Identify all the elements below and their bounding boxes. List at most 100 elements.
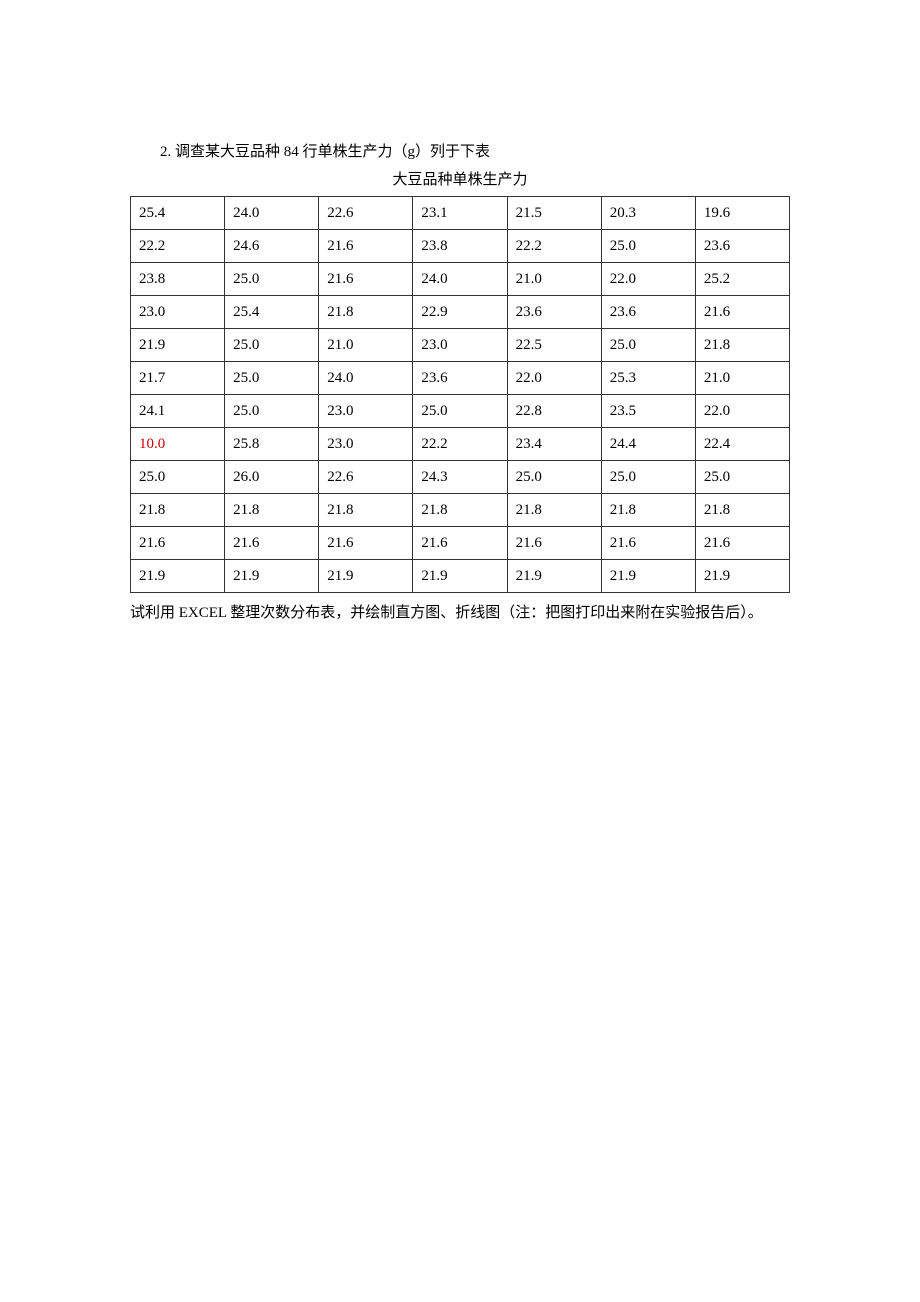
cell: 23.6 [601, 296, 695, 329]
cell: 21.6 [319, 230, 413, 263]
table-row: 25.0 26.0 22.6 24.3 25.0 25.0 25.0 [131, 461, 790, 494]
problem-heading: 2. 调查某大豆品种 84 行单株生产力（g）列于下表 [130, 140, 790, 164]
cell: 25.0 [413, 395, 507, 428]
cell: 22.2 [131, 230, 225, 263]
cell: 24.4 [601, 428, 695, 461]
table-row: 21.9 21.9 21.9 21.9 21.9 21.9 21.9 [131, 560, 790, 593]
cell: 26.0 [225, 461, 319, 494]
cell: 19.6 [695, 197, 789, 230]
table-row: 22.2 24.6 21.6 23.8 22.2 25.0 23.6 [131, 230, 790, 263]
cell: 25.0 [507, 461, 601, 494]
cell: 24.1 [131, 395, 225, 428]
table-row: 25.4 24.0 22.6 23.1 21.5 20.3 19.6 [131, 197, 790, 230]
cell: 22.2 [413, 428, 507, 461]
cell: 22.9 [413, 296, 507, 329]
cell: 21.0 [319, 329, 413, 362]
table-row: 10.0 25.8 23.0 22.2 23.4 24.4 22.4 [131, 428, 790, 461]
table-row: 23.0 25.4 21.8 22.9 23.6 23.6 21.6 [131, 296, 790, 329]
cell: 23.1 [413, 197, 507, 230]
cell: 21.6 [601, 527, 695, 560]
cell: 21.5 [507, 197, 601, 230]
cell: 23.6 [695, 230, 789, 263]
table-row: 21.9 25.0 21.0 23.0 22.5 25.0 21.8 [131, 329, 790, 362]
cell: 25.0 [225, 263, 319, 296]
cell: 21.9 [225, 560, 319, 593]
cell: 22.8 [507, 395, 601, 428]
cell: 21.0 [507, 263, 601, 296]
cell: 21.9 [131, 329, 225, 362]
cell: 21.8 [131, 494, 225, 527]
cell: 24.0 [319, 362, 413, 395]
table-row: 21.7 25.0 24.0 23.6 22.0 25.3 21.0 [131, 362, 790, 395]
cell: 22.0 [507, 362, 601, 395]
cell: 22.0 [695, 395, 789, 428]
cell: 23.0 [319, 395, 413, 428]
table-row: 23.8 25.0 21.6 24.0 21.0 22.0 25.2 [131, 263, 790, 296]
cell: 21.6 [695, 296, 789, 329]
cell: 21.8 [319, 494, 413, 527]
cell: 25.0 [601, 230, 695, 263]
table-row: 21.8 21.8 21.8 21.8 21.8 21.8 21.8 [131, 494, 790, 527]
cell: 24.6 [225, 230, 319, 263]
cell: 25.0 [695, 461, 789, 494]
cell: 21.7 [131, 362, 225, 395]
cell: 21.6 [131, 527, 225, 560]
cell: 25.3 [601, 362, 695, 395]
cell: 25.0 [601, 329, 695, 362]
cell: 21.9 [319, 560, 413, 593]
cell: 21.6 [225, 527, 319, 560]
cell: 22.4 [695, 428, 789, 461]
cell: 21.6 [319, 527, 413, 560]
cell: 21.8 [507, 494, 601, 527]
cell: 23.5 [601, 395, 695, 428]
cell: 25.8 [225, 428, 319, 461]
table-row: 24.1 25.0 23.0 25.0 22.8 23.5 22.0 [131, 395, 790, 428]
cell: 22.6 [319, 197, 413, 230]
cell: 25.2 [695, 263, 789, 296]
cell: 23.6 [507, 296, 601, 329]
cell: 21.8 [695, 329, 789, 362]
footnote-text: 试利用 EXCEL 整理次数分布表，并绘制直方图、折线图（注：把图打印出来附在实… [130, 599, 790, 628]
cell: 22.0 [601, 263, 695, 296]
cell: 22.6 [319, 461, 413, 494]
cell: 23.0 [319, 428, 413, 461]
cell: 25.0 [225, 395, 319, 428]
cell: 25.4 [131, 197, 225, 230]
cell: 24.0 [413, 263, 507, 296]
cell: 21.6 [695, 527, 789, 560]
cell-highlighted: 10.0 [131, 428, 225, 461]
cell: 21.8 [601, 494, 695, 527]
cell: 21.8 [695, 494, 789, 527]
cell: 24.0 [225, 197, 319, 230]
cell: 21.0 [695, 362, 789, 395]
cell: 21.8 [319, 296, 413, 329]
cell: 25.0 [601, 461, 695, 494]
cell: 21.6 [413, 527, 507, 560]
cell: 21.9 [413, 560, 507, 593]
table-title: 大豆品种单株生产力 [130, 168, 790, 192]
cell: 21.8 [413, 494, 507, 527]
table-row: 21.6 21.6 21.6 21.6 21.6 21.6 21.6 [131, 527, 790, 560]
cell: 25.0 [131, 461, 225, 494]
cell: 21.8 [225, 494, 319, 527]
cell: 21.6 [507, 527, 601, 560]
cell: 25.0 [225, 362, 319, 395]
cell: 21.6 [319, 263, 413, 296]
cell: 25.0 [225, 329, 319, 362]
cell: 23.6 [413, 362, 507, 395]
cell: 25.4 [225, 296, 319, 329]
cell: 20.3 [601, 197, 695, 230]
cell: 23.8 [413, 230, 507, 263]
cell: 23.4 [507, 428, 601, 461]
cell: 23.0 [131, 296, 225, 329]
cell: 21.9 [601, 560, 695, 593]
cell: 22.5 [507, 329, 601, 362]
cell: 21.9 [695, 560, 789, 593]
cell: 22.2 [507, 230, 601, 263]
data-table: 25.4 24.0 22.6 23.1 21.5 20.3 19.6 22.2 … [130, 196, 790, 593]
cell: 23.0 [413, 329, 507, 362]
cell: 21.9 [507, 560, 601, 593]
cell: 21.9 [131, 560, 225, 593]
cell: 24.3 [413, 461, 507, 494]
cell: 23.8 [131, 263, 225, 296]
